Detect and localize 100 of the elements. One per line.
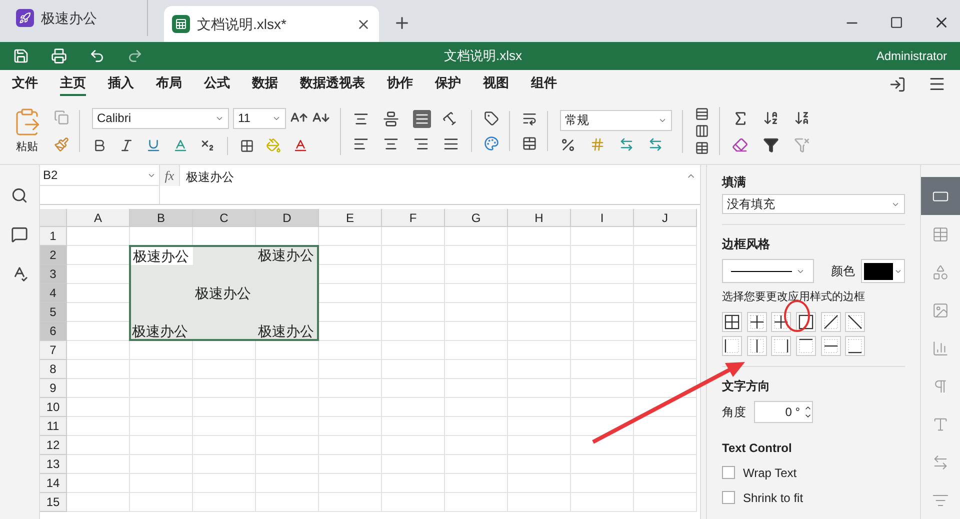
column-header[interactable]: J <box>634 209 697 227</box>
row-header[interactable]: 6 <box>40 322 67 341</box>
grid-cell[interactable]: 极速办公 <box>256 246 319 265</box>
line-style-dropdown[interactable] <box>722 259 814 283</box>
border-button[interactable] <box>845 336 866 356</box>
row-header[interactable]: 15 <box>40 493 67 512</box>
column-header[interactable]: E <box>319 209 382 227</box>
border-color-picker[interactable] <box>861 259 905 283</box>
column-header[interactable]: G <box>445 209 508 227</box>
menu-tab[interactable]: 主页 <box>60 72 86 96</box>
border-button[interactable] <box>820 312 841 332</box>
menu-tab[interactable]: 数据 <box>252 72 278 96</box>
maximize-icon[interactable] <box>890 16 903 29</box>
menu-tab[interactable]: 数据透视表 <box>300 72 365 96</box>
border-button[interactable] <box>746 312 767 332</box>
row-header[interactable]: 8 <box>40 360 67 379</box>
comment-icon[interactable] <box>11 226 28 243</box>
border-button[interactable] <box>746 336 767 356</box>
strikethrough-button[interactable] <box>173 138 188 153</box>
menu-tab[interactable]: 布局 <box>156 72 182 96</box>
column-header[interactable]: I <box>571 209 634 227</box>
column-header[interactable]: D <box>256 209 319 227</box>
menu-icon[interactable] <box>928 75 946 93</box>
delete-cells-button[interactable] <box>695 124 709 138</box>
border-button[interactable] <box>820 336 841 356</box>
paste-button[interactable]: 粘贴 <box>12 106 42 156</box>
percent-button[interactable] <box>560 136 576 152</box>
menu-tab[interactable]: 保护 <box>435 72 461 96</box>
row-header[interactable]: 4 <box>40 284 67 303</box>
function-icon[interactable]: fx <box>160 165 180 186</box>
filter-button[interactable] <box>763 136 780 152</box>
row-header[interactable]: 5 <box>40 303 67 322</box>
menu-tab[interactable]: 文件 <box>12 72 38 96</box>
grid-cell[interactable]: 极速办公 <box>130 246 193 265</box>
insert-cells-button[interactable] <box>695 107 709 121</box>
column-header[interactable]: C <box>193 209 256 227</box>
row-header[interactable]: 7 <box>40 341 67 360</box>
border-button[interactable] <box>722 336 742 356</box>
format-painter-button[interactable] <box>54 137 69 152</box>
border-button[interactable] <box>845 312 866 332</box>
subscript-button[interactable] <box>200 138 215 153</box>
angle-spinner[interactable]: 0 ° <box>754 400 813 422</box>
column-header[interactable]: A <box>67 209 130 227</box>
grid-cell[interactable]: 极速办公 <box>193 284 256 303</box>
menu-tab[interactable]: 组件 <box>531 72 557 96</box>
panel-tab[interactable] <box>921 177 960 215</box>
cell-style-button[interactable] <box>484 111 499 126</box>
align-middle-button[interactable] <box>383 110 401 128</box>
sort-descending-button[interactable] <box>794 110 811 126</box>
name-box[interactable]: B2 <box>40 165 159 186</box>
menu-tab[interactable]: 公式 <box>204 72 230 96</box>
fill-color-button[interactable] <box>266 138 281 153</box>
font-size-dropdown[interactable]: 11 <box>233 108 286 128</box>
wrap-text-button[interactable] <box>522 111 537 126</box>
print-icon[interactable] <box>51 48 67 64</box>
align-bottom-button[interactable] <box>413 110 431 128</box>
sort-ascending-button[interactable] <box>763 110 780 126</box>
row-header[interactable]: 13 <box>40 455 67 474</box>
row-header[interactable]: 14 <box>40 474 67 493</box>
italic-button[interactable] <box>119 138 134 153</box>
checkbox[interactable] <box>722 491 735 504</box>
row-header[interactable]: 9 <box>40 379 67 398</box>
number-format-dropdown[interactable]: 常规 <box>560 110 672 130</box>
export-icon[interactable] <box>889 76 906 92</box>
checkbox[interactable] <box>722 466 735 479</box>
borders-button[interactable] <box>240 138 254 152</box>
border-button[interactable] <box>771 336 792 356</box>
app-tab[interactable]: 极速办公 <box>8 0 148 36</box>
row-header[interactable]: 3 <box>40 265 67 284</box>
font-color-button[interactable] <box>293 138 308 153</box>
formula-input[interactable]: 极速办公 <box>180 165 686 204</box>
new-tab-icon[interactable] <box>393 14 411 32</box>
save-icon[interactable] <box>13 48 29 64</box>
search-icon[interactable] <box>11 187 28 204</box>
merge-button[interactable] <box>522 136 537 151</box>
row-header[interactable]: 12 <box>40 436 67 455</box>
grid-cell[interactable]: 极速办公 <box>256 322 319 341</box>
font-dropdown[interactable]: Calibri <box>92 108 229 128</box>
row-header[interactable]: 1 <box>40 227 67 246</box>
column-header[interactable]: B <box>130 209 193 227</box>
clear-button[interactable] <box>732 136 749 152</box>
menu-tab[interactable]: 协作 <box>387 72 413 96</box>
redo-icon[interactable] <box>127 48 143 64</box>
underline-button[interactable] <box>146 138 161 153</box>
bold-button[interactable] <box>92 138 107 153</box>
conditional-format-button[interactable] <box>484 136 499 151</box>
column-header[interactable]: H <box>508 209 571 227</box>
column-header[interactable]: F <box>382 209 445 227</box>
row-header[interactable]: 2 <box>40 246 67 265</box>
border-button[interactable] <box>796 336 816 356</box>
row-header[interactable]: 10 <box>40 398 67 417</box>
fill-dropdown[interactable]: 没有填充 <box>722 194 905 214</box>
menu-tab[interactable]: 视图 <box>483 72 509 96</box>
border-button[interactable] <box>771 312 792 332</box>
border-button[interactable] <box>722 312 742 332</box>
row-header[interactable]: 11 <box>40 417 67 436</box>
app-tab[interactable]: 文档说明.xlsx* <box>164 6 379 42</box>
grid-cell[interactable]: 极速办公 <box>130 322 193 341</box>
undo-icon[interactable] <box>89 48 105 64</box>
format-cells-button[interactable] <box>695 141 709 155</box>
